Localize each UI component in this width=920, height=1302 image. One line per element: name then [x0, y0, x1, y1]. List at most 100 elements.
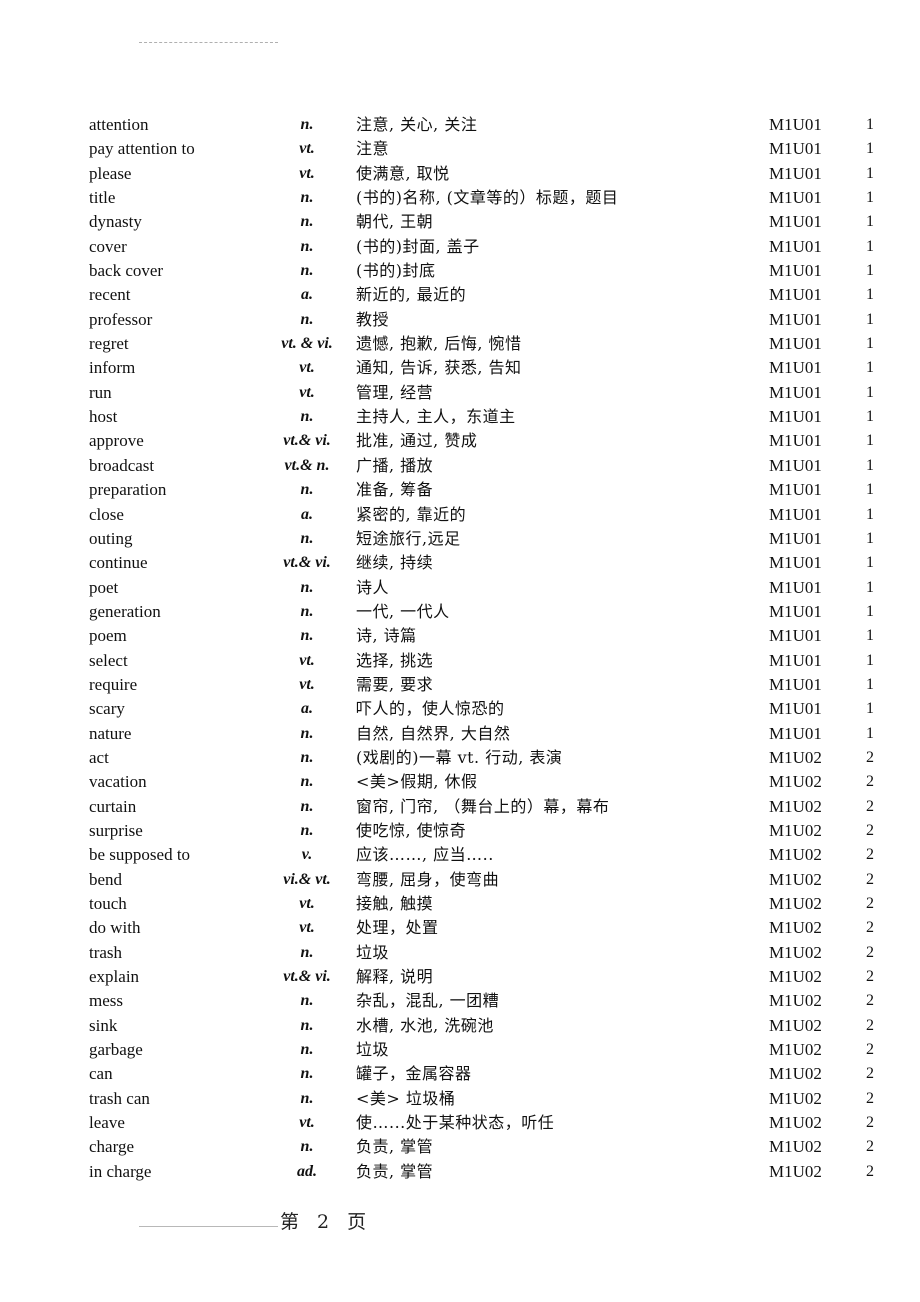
- unit-code: M1U01: [769, 431, 822, 451]
- english-word: be supposed to: [89, 845, 191, 865]
- part-of-speech: n.: [300, 189, 314, 207]
- vocabulary-row: curtain n. 窗帘, 门帘, （舞台上的）幕，幕布 M1U02 2: [0, 795, 920, 819]
- module-number: 1: [866, 383, 874, 401]
- unit-code: M1U01: [769, 723, 822, 743]
- unit-code: M1U01: [769, 139, 822, 159]
- unit-code: M1U02: [769, 820, 822, 840]
- english-word: can: [89, 1064, 113, 1084]
- chinese-meaning: 解释, 说明: [356, 967, 434, 987]
- english-word: host: [89, 407, 118, 427]
- module-number: 1: [866, 602, 874, 620]
- vocabulary-row: sink n. 水槽, 水池, 洗碗池 M1U02 2: [0, 1014, 920, 1038]
- chinese-meaning: 继续, 持续: [356, 553, 434, 573]
- module-number: 1: [866, 724, 874, 742]
- part-of-speech: n.: [300, 1089, 314, 1107]
- unit-code: M1U01: [769, 455, 822, 475]
- part-of-speech: a.: [301, 505, 313, 523]
- chinese-meaning: 垃圾: [356, 942, 390, 962]
- vocabulary-row: pay attention to vt. 注意 M1U01 1: [0, 137, 920, 161]
- chinese-meaning: 水槽, 水池, 洗碗池: [356, 1015, 494, 1035]
- part-of-speech: ad.: [297, 1162, 317, 1180]
- vocabulary-list: attention n. 注意, 关心, 关注 M1U01 1 pay atte…: [0, 113, 920, 1184]
- english-word: generation: [89, 601, 161, 621]
- part-of-speech: n.: [300, 262, 314, 280]
- unit-code: M1U01: [769, 236, 822, 256]
- chinese-meaning: 批准, 通过, 赞成: [356, 431, 478, 451]
- english-word: select: [89, 650, 128, 670]
- module-number: 2: [866, 968, 874, 986]
- english-word: title: [89, 188, 116, 208]
- english-word: act: [89, 747, 109, 767]
- chinese-meaning: 垃圾: [356, 1040, 390, 1060]
- vocabulary-row: professor n. 教授 M1U01 1: [0, 308, 920, 332]
- unit-code: M1U02: [769, 991, 822, 1011]
- page-number: 第 2 页: [280, 1211, 373, 1233]
- unit-code: M1U01: [769, 285, 822, 305]
- english-word: bend: [89, 869, 123, 889]
- unit-code: M1U01: [769, 334, 822, 354]
- unit-code: M1U01: [769, 115, 822, 134]
- chinese-meaning: (书的)名称, (文章等的）标题，题目: [356, 188, 619, 208]
- module-number: 2: [866, 748, 874, 766]
- unit-code: M1U01: [769, 504, 822, 524]
- part-of-speech: n.: [300, 602, 314, 620]
- part-of-speech: vt.& n.: [284, 456, 330, 474]
- vocabulary-row: act n. (戏剧的)一幕 vt. 行动, 表演 M1U02 2: [0, 746, 920, 770]
- chinese-meaning: 使…...处于某种状态，听任: [356, 1113, 555, 1133]
- part-of-speech: vt.: [299, 1114, 315, 1132]
- english-word: trash: [89, 942, 123, 962]
- vocabulary-row: trash n. 垃圾 M1U02 2: [0, 941, 920, 965]
- vocabulary-row: cover n. (书的)封面, 盖子 M1U01 1: [0, 235, 920, 259]
- vocabulary-row: close a. 紧密的, 靠近的 M1U01 1: [0, 503, 920, 527]
- chinese-meaning: 准备, 筹备: [356, 480, 434, 500]
- english-word: attention: [89, 115, 149, 134]
- module-number: 1: [866, 335, 874, 353]
- chinese-meaning: 需要, 要求: [356, 674, 434, 694]
- part-of-speech: n.: [300, 748, 314, 766]
- part-of-speech: a.: [301, 700, 313, 718]
- unit-code: M1U02: [769, 747, 822, 767]
- english-word: scary: [89, 699, 125, 719]
- english-word: leave: [89, 1113, 125, 1133]
- chinese-meaning: 自然, 自然界, 大自然: [356, 723, 511, 743]
- chinese-meaning: <美> 垃圾桶: [356, 1088, 456, 1108]
- english-word: continue: [89, 553, 148, 573]
- unit-code: M1U02: [769, 869, 822, 889]
- part-of-speech: vt.: [299, 919, 315, 937]
- vocabulary-row: mess n. 杂乱，混乱, 一团糟 M1U02 2: [0, 989, 920, 1013]
- part-of-speech: n.: [300, 1016, 314, 1034]
- english-word: touch: [89, 894, 127, 913]
- english-word: charge: [89, 1137, 134, 1157]
- part-of-speech: n.: [300, 310, 314, 328]
- vocabulary-row: charge n. 负责, 掌管 M1U02 2: [0, 1135, 920, 1159]
- module-number: 1: [866, 189, 874, 207]
- english-word: please: [89, 163, 132, 183]
- page-footer: 第 2 页: [139, 1207, 372, 1234]
- module-number: 1: [866, 651, 874, 669]
- module-number: 1: [866, 700, 874, 718]
- vocabulary-row: do with vt. 处理，处置 M1U02 2: [0, 916, 920, 940]
- chinese-meaning: 弯腰, 屈身，使弯曲: [356, 869, 500, 889]
- chinese-meaning: 负责, 掌管: [356, 1161, 434, 1181]
- english-word: pay attention to: [89, 139, 195, 159]
- unit-code: M1U02: [769, 1137, 822, 1157]
- vocabulary-row: regret vt. & vi. 遗憾, 抱歉, 后悔, 惋惜 M1U01 1: [0, 332, 920, 356]
- chinese-meaning: 主持人, 主人，东道主: [356, 407, 516, 427]
- header-divider: [139, 42, 278, 43]
- english-word: explain: [89, 967, 140, 987]
- unit-code: M1U01: [769, 480, 822, 500]
- module-number: 2: [866, 1138, 874, 1156]
- module-number: 2: [866, 846, 874, 864]
- part-of-speech: n.: [300, 1041, 314, 1059]
- part-of-speech: n.: [300, 408, 314, 426]
- chinese-meaning: 一代, 一代人: [356, 601, 450, 621]
- module-number: 2: [866, 870, 874, 888]
- english-word: vacation: [89, 772, 147, 792]
- part-of-speech: vt.: [299, 359, 315, 377]
- module-number: 1: [866, 529, 874, 547]
- module-number: 1: [866, 359, 874, 377]
- unit-code: M1U01: [769, 358, 822, 378]
- english-word: approve: [89, 431, 144, 451]
- unit-code: M1U02: [769, 1113, 822, 1133]
- part-of-speech: n.: [300, 797, 314, 815]
